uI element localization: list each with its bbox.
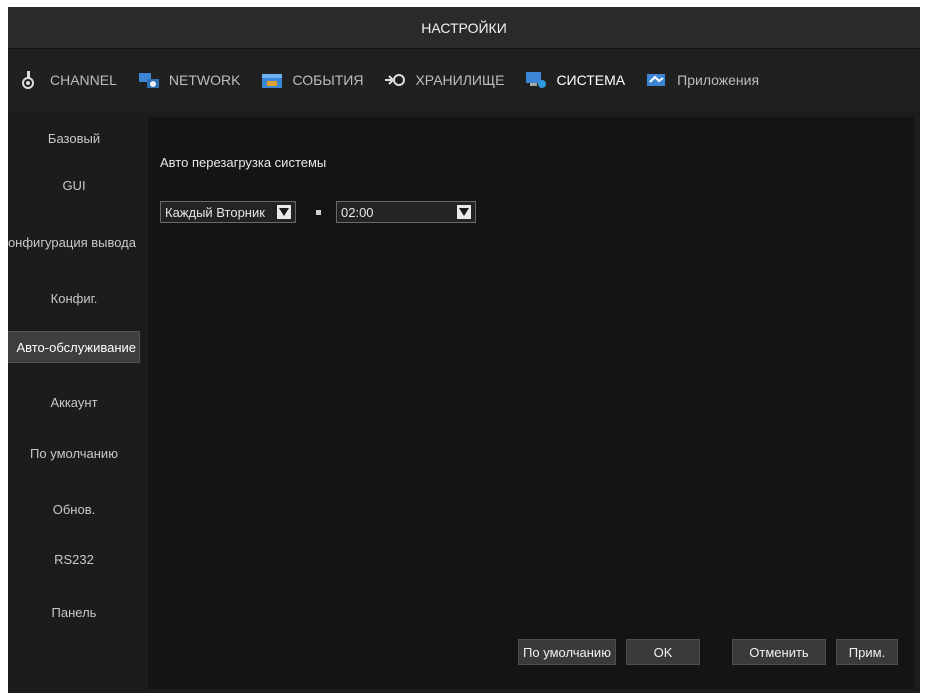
apply-button[interactable]: Прим. (836, 639, 898, 665)
tab-events[interactable]: СОБЫТИЯ (250, 60, 373, 100)
default-button[interactable]: По умолчанию (518, 639, 616, 665)
tab-storage[interactable]: ХРАНИЛИЩЕ (373, 60, 514, 100)
sidebar-item-label: GUI (62, 177, 86, 193)
sidebar-item-label: Аккаунт (50, 394, 98, 410)
reboot-time-select[interactable]: 02:00 (336, 201, 476, 223)
tab-label: NETWORK (168, 72, 241, 88)
settings-content-panel: Авто перезагрузка системы Каждый Вторник… (148, 117, 914, 689)
cancel-button[interactable]: Отменить (732, 639, 826, 665)
sidebar-item-account[interactable]: Аккаунт (8, 387, 140, 417)
window-title: НАСТРОЙКИ (421, 19, 507, 36)
storage-icon (383, 70, 407, 90)
network-icon (137, 70, 161, 90)
system-icon (524, 70, 548, 90)
apps-icon (645, 70, 669, 90)
sidebar-item-basic[interactable]: Базовый (8, 123, 140, 153)
sidebar-item-default[interactable]: По умолчанию (8, 438, 140, 468)
tab-label: CHANNEL (50, 72, 117, 88)
sidebar-item-label: Конфиг. (50, 290, 98, 306)
sidebar-item-upgrade[interactable]: Обнов. (8, 494, 140, 524)
sidebar-item-label: Обнов. (52, 501, 96, 517)
main-tab-bar: CHANNEL NETWORK СОБЫТИЯ ХРАНИЛИЩЕ СИСТЕМ… (8, 49, 920, 111)
sidebar-item-label: По умолчанию (30, 445, 118, 461)
sidebar-item-label: Конфигурация вывода (8, 234, 136, 250)
sidebar-item-rs232[interactable]: RS232 (8, 544, 140, 574)
sidebar-item-output-config[interactable]: Конфигурация вывода (8, 227, 140, 257)
tab-label: СИСТЕМА (556, 72, 626, 88)
events-icon (260, 70, 284, 90)
sidebar-item-label: RS232 (54, 551, 94, 567)
tab-system[interactable]: СИСТЕМА (514, 60, 635, 100)
tab-apps[interactable]: Приложения (635, 60, 769, 100)
reboot-time-value: 02:00 (341, 204, 374, 220)
sidebar-item-label: Панель (51, 604, 97, 620)
sidebar-item-auto-maintenance[interactable]: Авто-обслуживание (8, 331, 140, 363)
window-title-bar: НАСТРОЙКИ (8, 7, 920, 49)
chevron-down-icon (277, 205, 291, 219)
camera-icon (18, 70, 42, 90)
tab-label: СОБЫТИЯ (292, 72, 364, 88)
chevron-down-icon (457, 205, 471, 219)
sidebar-item-label: Базовый (47, 130, 101, 146)
reboot-day-select[interactable]: Каждый Вторник (160, 201, 296, 223)
sidebar-item-gui[interactable]: GUI (8, 170, 140, 200)
sidebar-item-label: Авто-обслуживание (16, 339, 136, 355)
separator-dot (316, 210, 321, 215)
tab-label: Приложения (677, 72, 760, 88)
settings-sidebar: Базовый GUI Конфигурация вывода Конфиг. … (8, 111, 140, 693)
reboot-day-value: Каждый Вторник (165, 204, 265, 220)
sidebar-item-config[interactable]: Конфиг. (8, 283, 140, 313)
settings-window: НАСТРОЙКИ CHANNEL NETWORK СОБЫТИЯ ХРАНИЛ… (8, 7, 920, 693)
tab-label: ХРАНИЛИЩЕ (415, 72, 505, 88)
ok-button[interactable]: OK (626, 639, 700, 665)
sidebar-item-panel[interactable]: Панель (8, 597, 140, 627)
tab-channel[interactable]: CHANNEL (8, 60, 127, 100)
section-title: Авто перезагрузка системы (160, 155, 327, 170)
tab-network[interactable]: NETWORK (127, 60, 251, 100)
